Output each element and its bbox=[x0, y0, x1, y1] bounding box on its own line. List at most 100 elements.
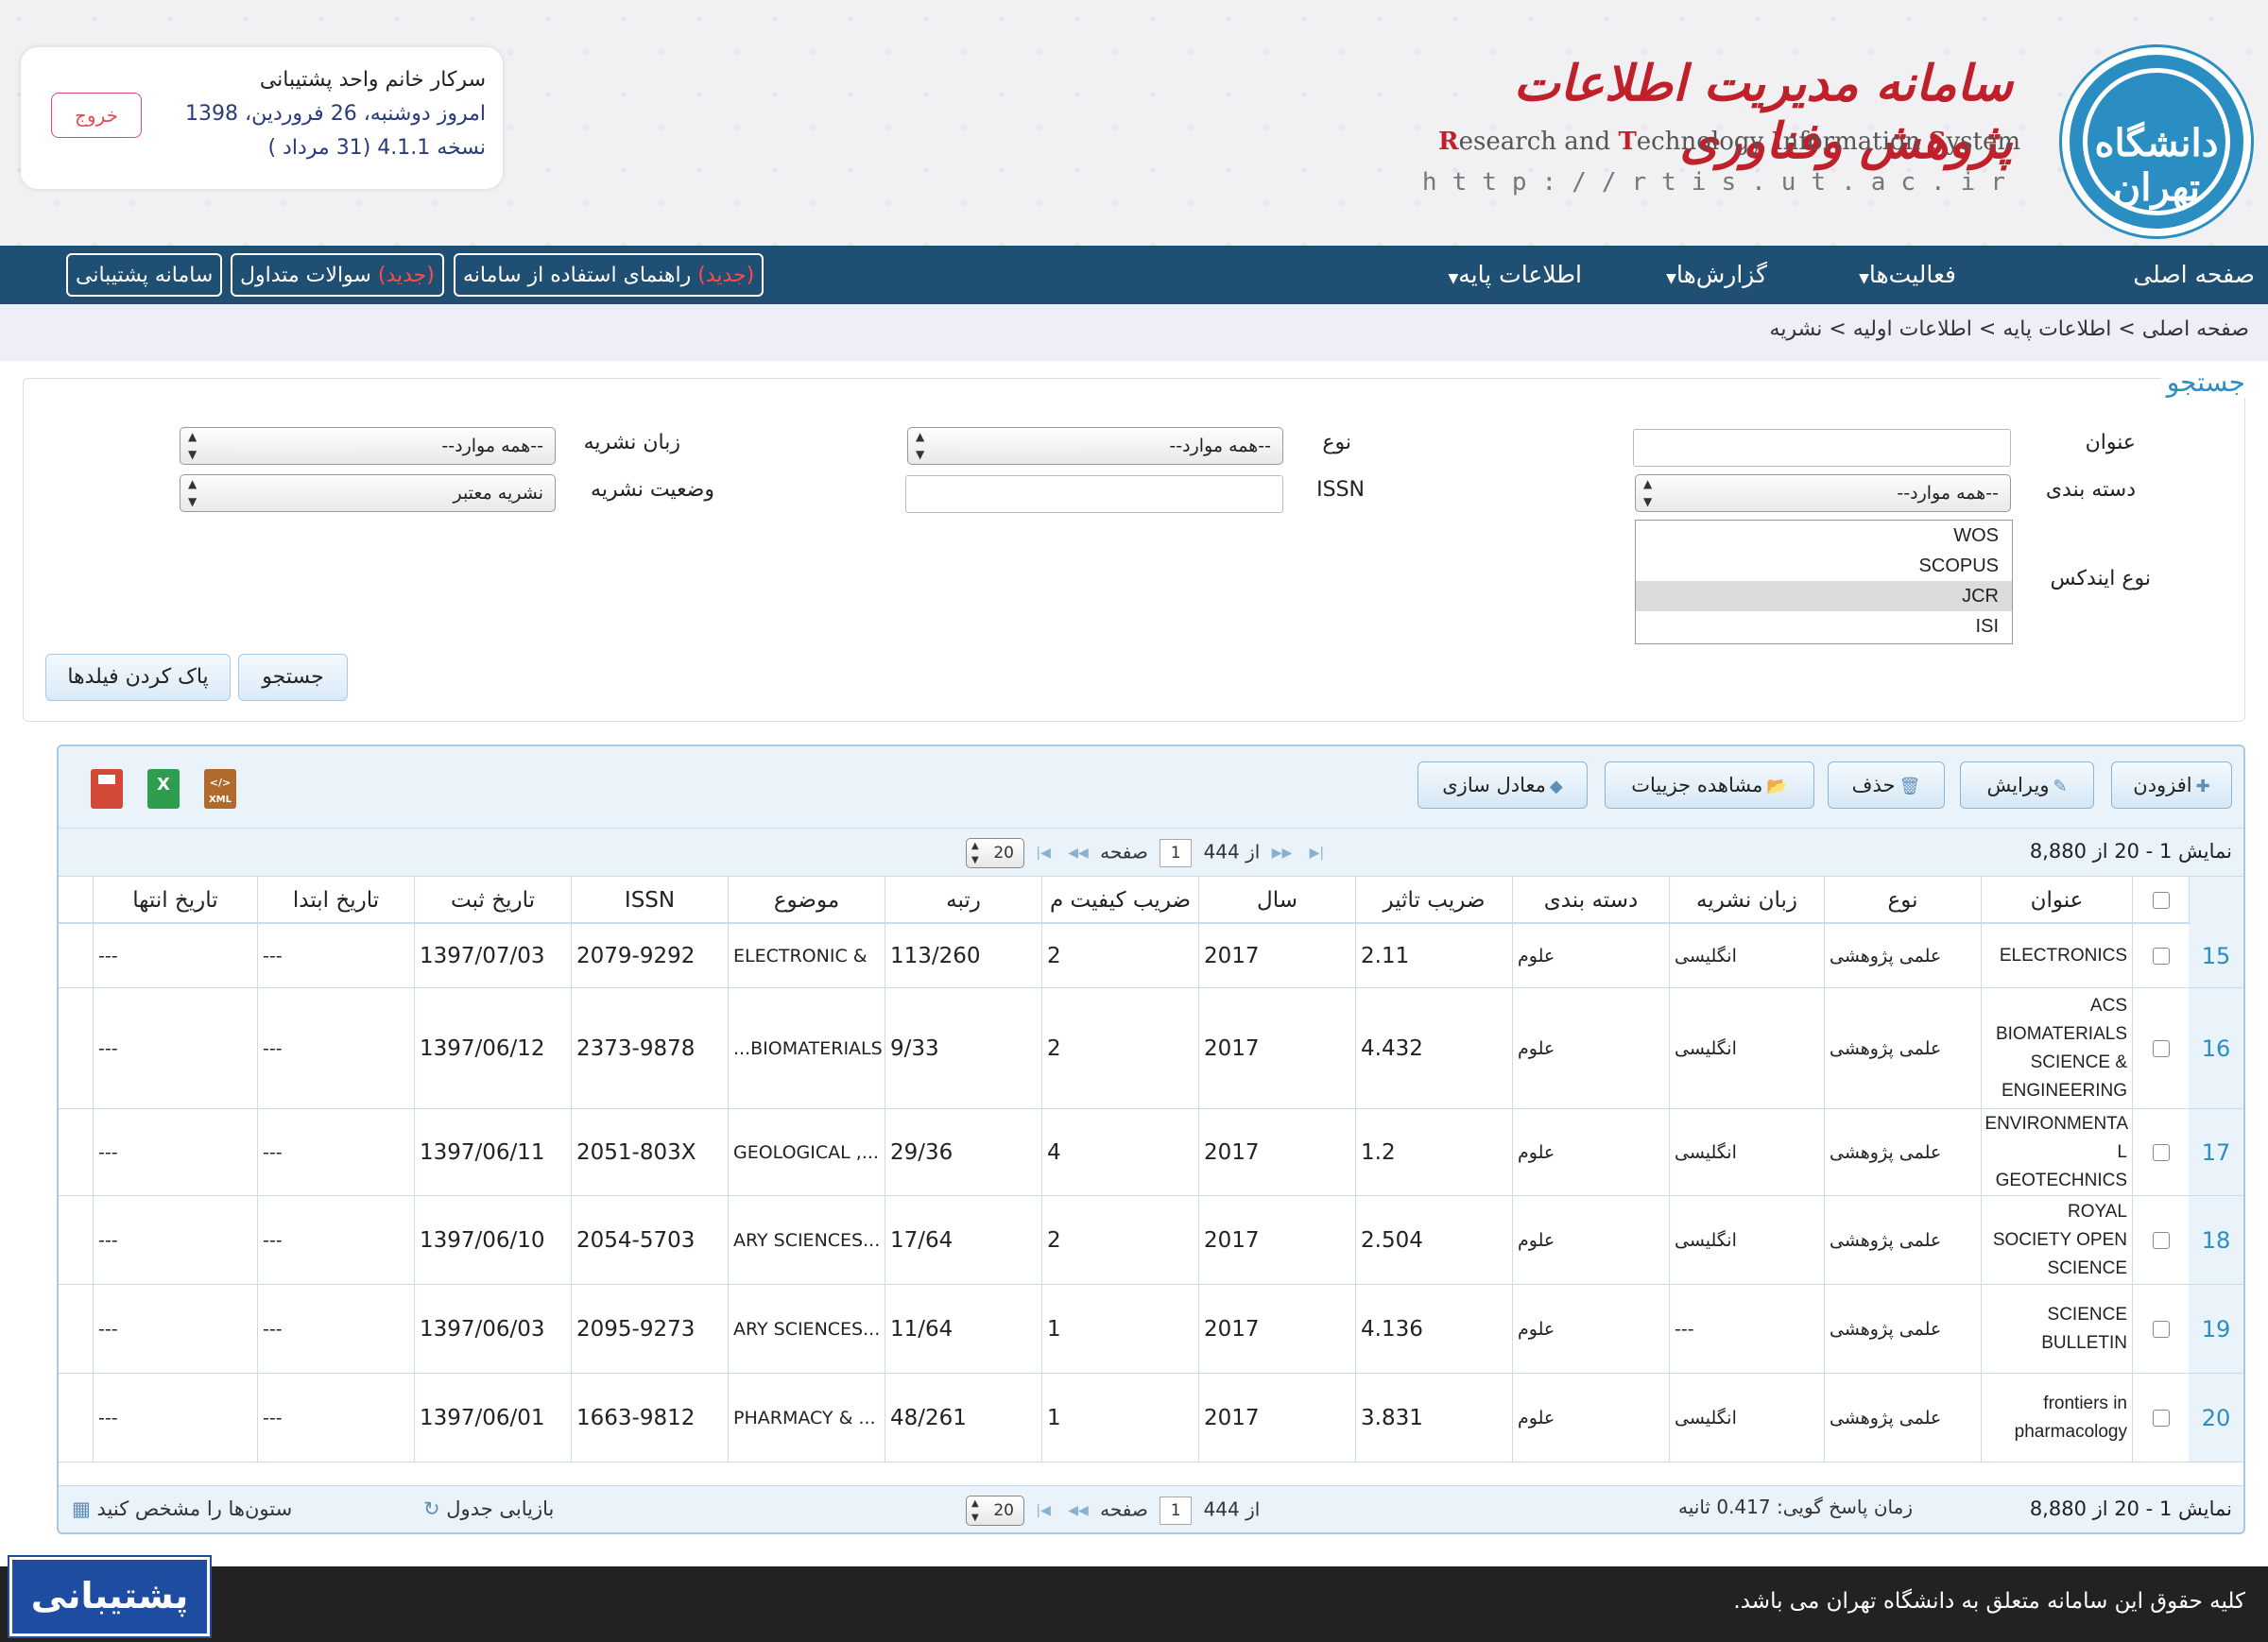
equalize-button[interactable]: معادل سازی ◆ bbox=[1418, 761, 1588, 809]
edit-button[interactable]: ویرایش ✎ bbox=[1960, 761, 2094, 809]
col-subject[interactable]: موضوع bbox=[728, 877, 885, 924]
category-value: --همه موارد-- bbox=[1897, 483, 1999, 504]
nav-home[interactable]: صفحه اصلی bbox=[2133, 246, 2255, 304]
col-quality[interactable]: ضریب کیفیت م bbox=[1041, 877, 1198, 924]
cell-if: 1.2 bbox=[1355, 1109, 1512, 1195]
refresh-icon: ↻ bbox=[423, 1497, 440, 1520]
col-year[interactable]: سال bbox=[1198, 877, 1355, 924]
row-select-cell[interactable] bbox=[2132, 988, 2189, 1108]
logout-button[interactable]: خروج bbox=[51, 93, 142, 138]
nav-faq-link[interactable]: (جدید) سوالات متداول bbox=[231, 253, 444, 297]
col-rank[interactable]: رتبه bbox=[885, 877, 1041, 924]
row-gutter bbox=[59, 1196, 93, 1284]
row-checkbox[interactable] bbox=[2152, 1320, 2170, 1338]
delete-button[interactable]: حذف 🗑 bbox=[1828, 761, 1945, 809]
table-row[interactable]: 19 SCIENCE BULLETIN علمی پژوهشی --- علوم 4.13… bbox=[59, 1285, 2243, 1374]
record-count-bottom: نمایش 1 - 20 از 8,880 bbox=[2029, 1497, 2232, 1520]
cell-year: 2017 bbox=[1198, 1109, 1355, 1195]
type-select[interactable]: ▲ ▼ --همه موارد-- bbox=[907, 427, 1283, 465]
cell-subject: BIOMATERIALS... bbox=[728, 988, 885, 1108]
nav-activities[interactable]: ▼فعالیت‌ها bbox=[1853, 246, 1956, 304]
search-button[interactable]: جستجو bbox=[238, 654, 348, 701]
last-page-icon[interactable]: ▶| bbox=[1310, 846, 1324, 861]
clear-fields-button[interactable]: پاک کردن فیلدها bbox=[45, 654, 231, 701]
cell-q: 2 bbox=[1041, 1196, 1198, 1284]
col-language[interactable]: زبان نشریه bbox=[1669, 877, 1824, 924]
next-page-icon[interactable]: ▶▶ bbox=[1272, 846, 1293, 861]
col-issn[interactable]: ISSN bbox=[571, 877, 728, 924]
issn-input[interactable] bbox=[905, 475, 1283, 513]
cell-lang: انگلیسی bbox=[1669, 924, 1824, 987]
status-select[interactable]: ▲ ▼ نشریه معتبر bbox=[180, 474, 556, 512]
col-registered[interactable]: تاریخ ثبت bbox=[414, 877, 571, 924]
row-select-cell[interactable] bbox=[2132, 924, 2189, 987]
page-input-bottom[interactable]: 1 bbox=[1160, 1497, 1193, 1525]
table-row[interactable]: 17 ENVIRONMENTA L GEOTECHNICS علمی پژوهشی ا… bbox=[59, 1109, 2243, 1196]
row-checkbox[interactable] bbox=[2152, 1039, 2170, 1057]
table-row[interactable]: 18 ROYAL SOCIETY OPEN SCIENCE علمی پژوهشی ا… bbox=[59, 1196, 2243, 1285]
nav-support-system-link[interactable]: سامانه پشتیبانی bbox=[66, 253, 223, 297]
cell-q: 4 bbox=[1041, 1109, 1198, 1195]
prev-page-icon[interactable]: ◀◀ bbox=[1068, 846, 1089, 861]
reload-grid-link[interactable]: بازیابی جدول ↻ bbox=[423, 1497, 554, 1520]
cell-type: علمی پژوهشی bbox=[1824, 1196, 1981, 1284]
journals-grid: افزودن ✚ ویرایش ✎ حذف 🗑 مشاهده جزییات 📂 معاد… bbox=[57, 744, 2245, 1534]
print-icon[interactable] bbox=[91, 769, 123, 809]
table-row[interactable]: 15 ELECTRONICS علمی پژوهشی انگلیسی علوم 2.11 2… bbox=[59, 924, 2243, 988]
cell-start: --- bbox=[257, 988, 414, 1108]
table-row[interactable]: 16 ACS BIOMATERIALS SCIENCE & ENGINEERING… bbox=[59, 988, 2243, 1109]
select-all-header[interactable] bbox=[2132, 877, 2189, 924]
prev-page-icon[interactable]: ◀◀ bbox=[1068, 1503, 1089, 1518]
cell-cat: علوم bbox=[1512, 1196, 1669, 1284]
index-option-jcr[interactable]: JCR bbox=[1636, 581, 2012, 611]
first-page-icon[interactable]: |◀ bbox=[1036, 846, 1050, 861]
table-row[interactable]: 20 frontiers in pharmacology علمی پژوهشی ان… bbox=[59, 1374, 2243, 1462]
col-impact-factor[interactable]: ضریب تاثیر bbox=[1355, 877, 1512, 924]
first-page-icon[interactable]: |◀ bbox=[1036, 1503, 1050, 1518]
title-input[interactable] bbox=[1633, 429, 2011, 467]
row-checkbox[interactable] bbox=[2152, 947, 2170, 965]
label-type: نوع bbox=[1322, 431, 1351, 454]
reload-label: بازیابی جدول bbox=[446, 1497, 555, 1520]
choose-columns-link[interactable]: ستون‌ها را مشخص کنید ▦ bbox=[72, 1497, 292, 1520]
row-select-cell[interactable] bbox=[2132, 1196, 2189, 1284]
folder-open-icon: 📂 bbox=[1766, 777, 1788, 796]
breadcrumb-text[interactable]: صفحه اصلی > اطلاعات پایه > اطلاعات اولیه… bbox=[1770, 317, 2249, 341]
page-input[interactable]: 1 bbox=[1160, 839, 1193, 867]
page-size-select[interactable]: ▲ ▼ 20 bbox=[966, 838, 1024, 868]
index-type-listbox[interactable]: WOS SCOPUS JCR ISI bbox=[1635, 520, 2013, 644]
cell-rank: 29/36 bbox=[885, 1109, 1041, 1195]
cell-cat: علوم bbox=[1512, 1109, 1669, 1195]
row-select-cell[interactable] bbox=[2132, 1285, 2189, 1373]
page-label: صفحه bbox=[1100, 840, 1148, 864]
copyright-text: کلیه حقوق این سامانه متعلق به دانشگاه ته… bbox=[1733, 1589, 2245, 1614]
cell-end: --- bbox=[93, 1285, 257, 1373]
row-select-cell[interactable] bbox=[2132, 1374, 2189, 1462]
nav-reports[interactable]: ▼گزارش‌ها bbox=[1660, 246, 1767, 304]
cell-q: 1 bbox=[1041, 1285, 1198, 1373]
language-select[interactable]: ▲ ▼ --همه موارد-- bbox=[180, 427, 556, 465]
support-button[interactable]: پشتیبانی bbox=[9, 1557, 210, 1636]
excel-export-icon[interactable] bbox=[147, 769, 180, 809]
col-category[interactable]: دسته بندی bbox=[1512, 877, 1669, 924]
col-title[interactable]: عنوان bbox=[1981, 877, 2132, 924]
col-end-date[interactable]: تاریخ انتها bbox=[93, 877, 257, 924]
nav-guide-link[interactable]: (جدید) راهنمای استفاده از سامانه bbox=[454, 253, 765, 297]
row-select-cell[interactable] bbox=[2132, 1109, 2189, 1195]
row-checkbox[interactable] bbox=[2152, 1231, 2170, 1249]
select-all-checkbox[interactable] bbox=[2152, 892, 2170, 909]
page-size-select-bottom[interactable]: ▲ ▼ 20 bbox=[966, 1496, 1024, 1526]
index-option-isi[interactable]: ISI bbox=[1636, 611, 2012, 641]
view-details-button[interactable]: مشاهده جزییات 📂 bbox=[1605, 761, 1814, 809]
col-type[interactable]: نوع bbox=[1824, 877, 1981, 924]
col-start-date[interactable]: تاریخ ابتدا bbox=[257, 877, 414, 924]
category-select[interactable]: ▲ ▼ --همه موارد-- bbox=[1635, 474, 2011, 512]
xml-export-icon[interactable]: XML bbox=[204, 769, 236, 809]
row-checkbox[interactable] bbox=[2152, 1143, 2170, 1161]
index-option-scopus[interactable]: SCOPUS bbox=[1636, 551, 2012, 581]
equalize-label: معادل سازی bbox=[1442, 774, 1546, 796]
row-checkbox[interactable] bbox=[2152, 1409, 2170, 1427]
add-button[interactable]: افزودن ✚ bbox=[2111, 761, 2232, 809]
nav-base-info[interactable]: ▼اطلاعات پایه bbox=[1443, 246, 1583, 304]
index-option-wos[interactable]: WOS bbox=[1636, 521, 2012, 551]
